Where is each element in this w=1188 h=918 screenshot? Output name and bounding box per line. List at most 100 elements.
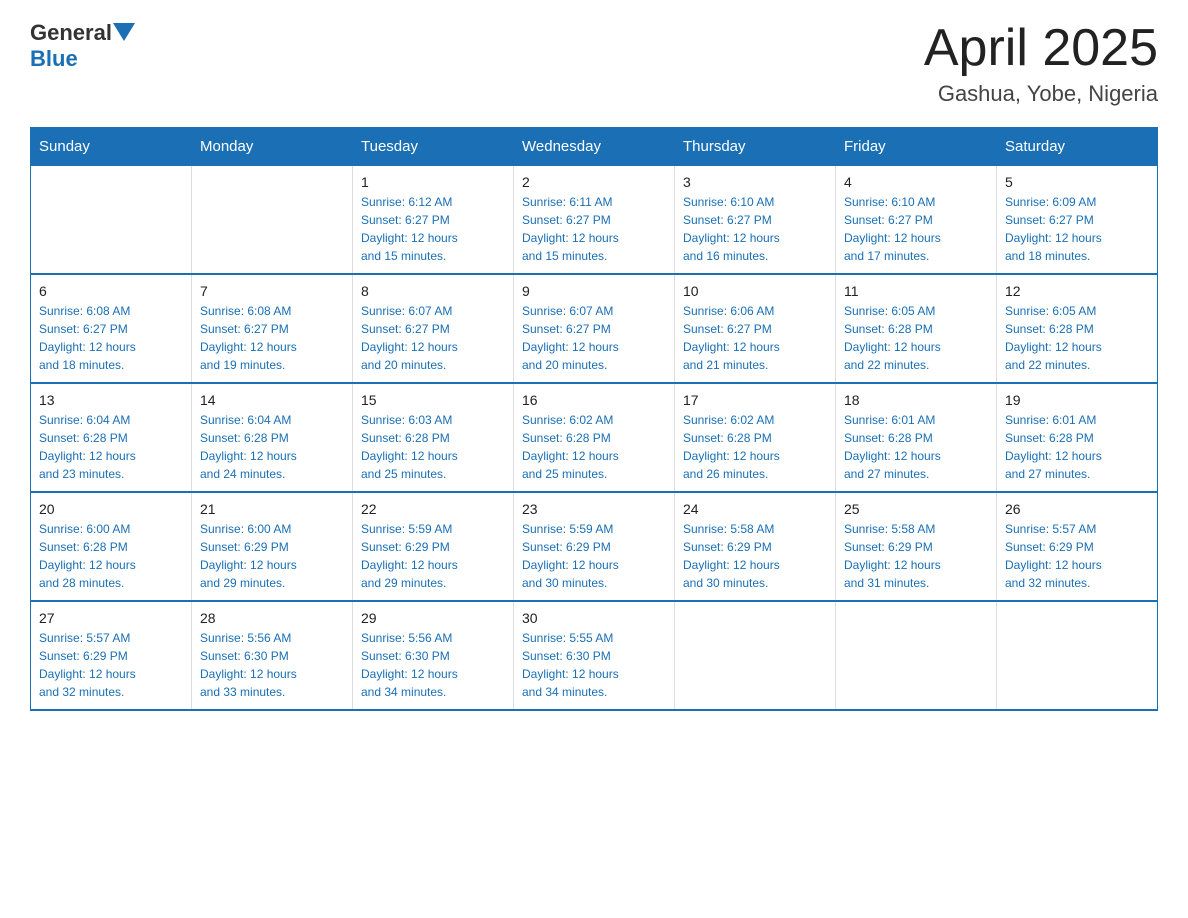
calendar-week-row: 1Sunrise: 6:12 AM Sunset: 6:27 PM Daylig…	[31, 166, 1158, 275]
day-number: 4	[844, 174, 988, 190]
day-info: Sunrise: 6:05 AM Sunset: 6:28 PM Dayligh…	[844, 302, 988, 374]
day-number: 5	[1005, 174, 1149, 190]
title-block: April 2025 Gashua, Yobe, Nigeria	[924, 20, 1158, 107]
table-cell: 29 Sunrise: 5:56 AM Sunset: 6:30 PM Dayli…	[353, 601, 514, 710]
day-info: Sunrise: 6:05 AM Sunset: 6:28 PM Dayligh…	[1005, 302, 1149, 374]
day-info: Sunrise: 6:02 AM Sunset: 6:28 PM Dayligh…	[683, 411, 827, 483]
day-info: Sunrise: 6:08 AM Sunset: 6:27 PM Dayligh…	[200, 302, 344, 374]
table-cell: 22Sunrise: 5:59 AM Sunset: 6:29 PM Dayli…	[353, 492, 514, 601]
calendar-header-row: Sunday Monday Tuesday Wednesday Thursday…	[31, 128, 1158, 166]
table-cell: 15 Sunrise: 6:03 AM Sunset: 6:28 PM Dayli…	[353, 383, 514, 492]
day-number: 2	[522, 174, 666, 190]
day-info: Sunrise: 5:59 AM Sunset: 6:29 PM Dayligh…	[361, 520, 505, 592]
day-number: 13	[39, 392, 183, 408]
table-cell: 13 Sunrise: 6:04 AM Sunset: 6:28 PM Dayli…	[31, 383, 192, 492]
day-number: 28	[200, 610, 344, 626]
logo-general-text: General	[30, 20, 112, 46]
day-number: 12	[1005, 283, 1149, 299]
day-number: 29	[361, 610, 505, 626]
day-info: Sunrise: 6:08 AM Sunset: 6:27 PM Dayligh…	[39, 302, 183, 374]
logo-blue-text: Blue	[30, 46, 78, 71]
table-cell: 8 Sunrise: 6:07 AM Sunset: 6:27 PM Daylig…	[353, 274, 514, 383]
day-info: Sunrise: 6:03 AM Sunset: 6:28 PM Dayligh…	[361, 411, 505, 483]
day-info: Sunrise: 6:00 AM Sunset: 6:28 PM Dayligh…	[39, 520, 183, 592]
day-info: Sunrise: 6:00 AM Sunset: 6:29 PM Dayligh…	[200, 520, 344, 592]
day-number: 25	[844, 501, 988, 517]
day-number: 20	[39, 501, 183, 517]
logo-arrow-icon	[113, 23, 135, 41]
day-number: 23	[522, 501, 666, 517]
table-cell: 1Sunrise: 6:12 AM Sunset: 6:27 PM Daylig…	[353, 166, 514, 275]
table-cell: 12 Sunrise: 6:05 AM Sunset: 6:28 PM Dayli…	[997, 274, 1158, 383]
day-number: 24	[683, 501, 827, 517]
day-info: Sunrise: 5:58 AM Sunset: 6:29 PM Dayligh…	[844, 520, 988, 592]
day-number: 15	[361, 392, 505, 408]
day-info: Sunrise: 5:56 AM Sunset: 6:30 PM Dayligh…	[361, 629, 505, 701]
page-header: General Blue April 2025 Gashua, Yobe, Ni…	[30, 20, 1158, 107]
table-cell: 19 Sunrise: 6:01 AM Sunset: 6:28 PM Dayli…	[997, 383, 1158, 492]
calendar-week-row: 27 Sunrise: 5:57 AM Sunset: 6:29 PM Dayli…	[31, 601, 1158, 710]
day-info: Sunrise: 5:59 AM Sunset: 6:29 PM Dayligh…	[522, 520, 666, 592]
table-cell	[997, 601, 1158, 710]
table-cell: 18 Sunrise: 6:01 AM Sunset: 6:28 PM Dayli…	[836, 383, 997, 492]
day-number: 7	[200, 283, 344, 299]
day-info: Sunrise: 6:01 AM Sunset: 6:28 PM Dayligh…	[844, 411, 988, 483]
day-info: Sunrise: 6:10 AM Sunset: 6:27 PM Dayligh…	[683, 193, 827, 265]
day-info: Sunrise: 6:06 AM Sunset: 6:27 PM Dayligh…	[683, 302, 827, 374]
table-cell: 20 Sunrise: 6:00 AM Sunset: 6:28 PM Dayli…	[31, 492, 192, 601]
day-info: Sunrise: 6:07 AM Sunset: 6:27 PM Dayligh…	[522, 302, 666, 374]
day-number: 27	[39, 610, 183, 626]
col-wednesday: Wednesday	[514, 128, 675, 166]
day-number: 21	[200, 501, 344, 517]
table-cell: 28 Sunrise: 5:56 AM Sunset: 6:30 PM Dayli…	[192, 601, 353, 710]
day-info: Sunrise: 5:56 AM Sunset: 6:30 PM Dayligh…	[200, 629, 344, 701]
day-number: 19	[1005, 392, 1149, 408]
table-cell	[192, 166, 353, 275]
col-saturday: Saturday	[997, 128, 1158, 166]
table-cell: 2 Sunrise: 6:11 AM Sunset: 6:27 PM Daylig…	[514, 166, 675, 275]
day-number: 14	[200, 392, 344, 408]
table-cell: 26Sunrise: 5:57 AM Sunset: 6:29 PM Dayli…	[997, 492, 1158, 601]
day-info: Sunrise: 6:04 AM Sunset: 6:28 PM Dayligh…	[200, 411, 344, 483]
day-info: Sunrise: 5:57 AM Sunset: 6:29 PM Dayligh…	[1005, 520, 1149, 592]
day-number: 10	[683, 283, 827, 299]
table-cell	[675, 601, 836, 710]
table-cell: 5 Sunrise: 6:09 AM Sunset: 6:27 PM Daylig…	[997, 166, 1158, 275]
day-number: 8	[361, 283, 505, 299]
day-number: 18	[844, 392, 988, 408]
day-info: Sunrise: 5:58 AM Sunset: 6:29 PM Dayligh…	[683, 520, 827, 592]
day-info: Sunrise: 5:57 AM Sunset: 6:29 PM Dayligh…	[39, 629, 183, 701]
table-cell: 7 Sunrise: 6:08 AM Sunset: 6:27 PM Daylig…	[192, 274, 353, 383]
col-monday: Monday	[192, 128, 353, 166]
table-cell: 10 Sunrise: 6:06 AM Sunset: 6:27 PM Dayli…	[675, 274, 836, 383]
day-info: Sunrise: 6:11 AM Sunset: 6:27 PM Dayligh…	[522, 193, 666, 265]
day-number: 16	[522, 392, 666, 408]
day-number: 17	[683, 392, 827, 408]
day-info: Sunrise: 6:09 AM Sunset: 6:27 PM Dayligh…	[1005, 193, 1149, 265]
table-cell: 25 Sunrise: 5:58 AM Sunset: 6:29 PM Dayli…	[836, 492, 997, 601]
day-info: Sunrise: 6:07 AM Sunset: 6:27 PM Dayligh…	[361, 302, 505, 374]
calendar-week-row: 13 Sunrise: 6:04 AM Sunset: 6:28 PM Dayli…	[31, 383, 1158, 492]
table-cell	[31, 166, 192, 275]
calendar-week-row: 6 Sunrise: 6:08 AM Sunset: 6:27 PM Daylig…	[31, 274, 1158, 383]
table-cell: 23 Sunrise: 5:59 AM Sunset: 6:29 PM Dayli…	[514, 492, 675, 601]
day-info: Sunrise: 5:55 AM Sunset: 6:30 PM Dayligh…	[522, 629, 666, 701]
day-number: 9	[522, 283, 666, 299]
col-sunday: Sunday	[31, 128, 192, 166]
table-cell: 27 Sunrise: 5:57 AM Sunset: 6:29 PM Dayli…	[31, 601, 192, 710]
table-cell: 16 Sunrise: 6:02 AM Sunset: 6:28 PM Dayli…	[514, 383, 675, 492]
day-info: Sunrise: 6:10 AM Sunset: 6:27 PM Dayligh…	[844, 193, 988, 265]
day-number: 6	[39, 283, 183, 299]
col-tuesday: Tuesday	[353, 128, 514, 166]
table-cell: 21 Sunrise: 6:00 AM Sunset: 6:29 PM Dayli…	[192, 492, 353, 601]
calendar-week-row: 20 Sunrise: 6:00 AM Sunset: 6:28 PM Dayli…	[31, 492, 1158, 601]
logo: General Blue	[30, 20, 135, 72]
table-cell: 11Sunrise: 6:05 AM Sunset: 6:28 PM Dayli…	[836, 274, 997, 383]
day-info: Sunrise: 6:01 AM Sunset: 6:28 PM Dayligh…	[1005, 411, 1149, 483]
table-cell: 6 Sunrise: 6:08 AM Sunset: 6:27 PM Daylig…	[31, 274, 192, 383]
col-friday: Friday	[836, 128, 997, 166]
day-number: 3	[683, 174, 827, 190]
day-info: Sunrise: 6:04 AM Sunset: 6:28 PM Dayligh…	[39, 411, 183, 483]
day-info: Sunrise: 6:02 AM Sunset: 6:28 PM Dayligh…	[522, 411, 666, 483]
table-cell: 3 Sunrise: 6:10 AM Sunset: 6:27 PM Daylig…	[675, 166, 836, 275]
